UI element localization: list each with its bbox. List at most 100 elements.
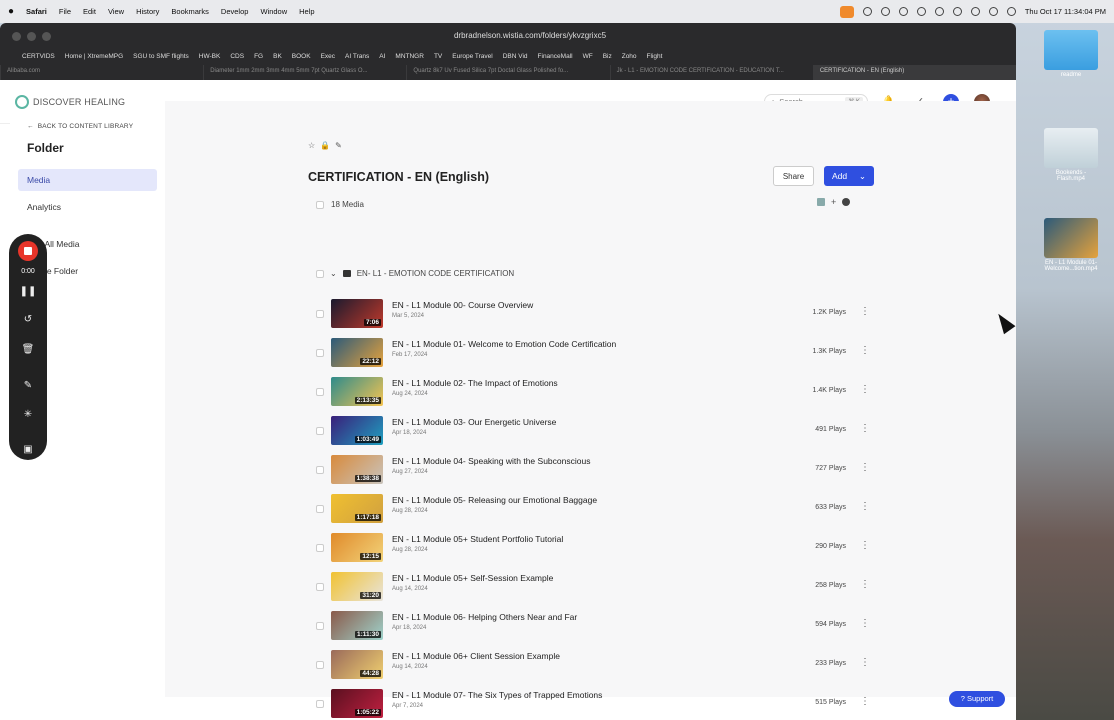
bookmark[interactable]: CDS (230, 53, 244, 60)
apple-menu-icon[interactable]: ● (8, 6, 14, 17)
bookmark[interactable]: BOOK (292, 53, 311, 60)
microphone-icon[interactable] (839, 5, 854, 18)
video-thumbnail[interactable]: 1:11:30 (331, 611, 383, 640)
bookmark[interactable]: CERTVIDS (22, 53, 55, 60)
media-row[interactable]: 1:38:38 EN - L1 Module 04- Speaking with … (316, 452, 876, 488)
bookmark[interactable]: Exec (321, 53, 335, 60)
status-icon[interactable] (898, 7, 908, 16)
more-options-icon[interactable]: ⋮ (860, 579, 870, 590)
more-options-icon[interactable]: ⋮ (860, 462, 870, 473)
browser-tab[interactable]: Alibaba.com (0, 65, 203, 80)
info-icon[interactable] (842, 198, 851, 206)
video-thumbnail[interactable]: 44:28 (331, 650, 383, 679)
video-title[interactable]: EN - L1 Module 05- Releasing our Emotion… (392, 495, 597, 505)
row-checkbox[interactable] (316, 310, 324, 318)
browser-tab[interactable]: Quartz 8k7 Uv Fused Silica 7pt Doctal Gl… (406, 65, 609, 80)
minimize-window-icon[interactable] (27, 32, 36, 41)
video-title[interactable]: EN - L1 Module 03- Our Energetic Univers… (392, 417, 556, 427)
effects-icon[interactable]: ✳ (9, 409, 47, 420)
row-checkbox[interactable] (316, 583, 324, 591)
status-icon[interactable] (862, 7, 872, 16)
bookmark[interactable]: Flight (647, 53, 663, 60)
menu-view[interactable]: View (108, 7, 124, 16)
bookmark[interactable]: Zoho (622, 53, 637, 60)
status-icon[interactable] (952, 7, 962, 16)
menu-edit[interactable]: Edit (83, 7, 96, 16)
status-icon[interactable] (916, 7, 926, 16)
battery-icon[interactable] (970, 7, 980, 16)
video-title[interactable]: EN - L1 Module 06+ Client Session Exampl… (392, 651, 560, 661)
video-thumbnail[interactable]: 7:06 (331, 299, 383, 328)
row-checkbox[interactable] (316, 349, 324, 357)
media-row[interactable]: 31:20 EN - L1 Module 05+ Self-Session Exa… (316, 569, 876, 605)
media-row[interactable]: 12:15 EN - L1 Module 05+ Student Portfoli… (316, 530, 876, 566)
browser-tab[interactable]: Jk - L1 - EMOTION CODE CERTIFICATION - E… (609, 65, 813, 80)
clock[interactable]: Thu Oct 17 11:34:04 PM (1025, 7, 1106, 16)
sidebar-item-analytics[interactable]: Analytics (18, 196, 157, 218)
lock-icon[interactable]: 🔒 (320, 141, 330, 150)
trash-icon[interactable]: 🗑 (9, 344, 47, 355)
media-row[interactable]: 1:11:30 EN - L1 Module 06- Helping Others… (316, 608, 876, 644)
logo[interactable]: DISCOVER HEALING (15, 95, 125, 109)
video-title[interactable]: EN - L1 Module 05+ Self-Session Example (392, 573, 553, 583)
more-options-icon[interactable]: ⋮ (860, 423, 870, 434)
bookmark[interactable]: FG (254, 53, 263, 60)
back-to-library-link[interactable]: ← BACK TO CONTENT LIBRARY (27, 123, 133, 130)
video-thumbnail[interactable]: 31:20 (331, 572, 383, 601)
more-options-icon[interactable]: ⋮ (860, 345, 870, 356)
address-bar[interactable]: drbradnelson.wistia.com/folders/ykvzgrix… (380, 31, 680, 45)
video-thumbnail[interactable]: 22:12 (331, 338, 383, 367)
support-button[interactable]: ? Support (949, 691, 1005, 707)
browser-tab-active[interactable]: CERTIFICATION - EN (English) (812, 65, 1016, 80)
bookmark[interactable]: Europe Travel (452, 53, 492, 60)
bookmark[interactable]: Biz (603, 53, 612, 60)
group-checkbox[interactable] (316, 269, 324, 278)
video-title[interactable]: EN - L1 Module 00- Course Overview (392, 300, 533, 310)
row-checkbox[interactable] (316, 622, 324, 630)
media-row[interactable]: 44:28 EN - L1 Module 06+ Client Session E… (316, 647, 876, 683)
bookmark[interactable]: DBN Vid (503, 53, 528, 60)
restart-icon[interactable]: ↺ (9, 314, 47, 325)
media-row[interactable]: 7:06 EN - L1 Module 00- Course Overview Ma… (316, 296, 876, 332)
desktop-icon[interactable]: Bookends - Flash.mp4 (1043, 128, 1099, 182)
select-all-checkbox[interactable] (316, 200, 324, 209)
video-thumbnail[interactable]: 12:15 (331, 533, 383, 562)
desktop-icon[interactable]: readme (1043, 30, 1099, 78)
menu-develop[interactable]: Develop (221, 7, 249, 16)
more-options-icon[interactable]: ⋮ (860, 540, 870, 551)
row-checkbox[interactable] (316, 505, 324, 513)
menu-file[interactable]: File (59, 7, 71, 16)
more-options-icon[interactable]: ⋮ (860, 618, 870, 629)
video-title[interactable]: EN - L1 Module 06- Helping Others Near a… (392, 612, 577, 622)
desktop-icon[interactable]: EN - L1 Module 01- Welcome...tion.mp4 (1043, 218, 1099, 272)
status-icon[interactable] (934, 7, 944, 16)
search-icon[interactable] (1006, 7, 1016, 16)
row-checkbox[interactable] (316, 544, 324, 552)
add-button[interactable]: Add ⌄ (824, 166, 874, 186)
sidebar-item-media[interactable]: Media (18, 169, 157, 191)
menu-safari[interactable]: Safari (26, 7, 47, 16)
bookmark[interactable]: HW-BK (199, 53, 221, 60)
video-title[interactable]: EN - L1 Module 04- Speaking with the Sub… (392, 456, 590, 466)
video-title[interactable]: EN - L1 Module 05+ Student Portfolio Tut… (392, 534, 563, 544)
zoom-window-icon[interactable] (42, 32, 51, 41)
video-thumbnail[interactable]: 1:03:49 (331, 416, 383, 445)
video-thumbnail[interactable]: 1:05:22 (331, 689, 383, 718)
media-row[interactable]: 1:05:22 EN - L1 Module 07- The Six Types … (316, 686, 876, 720)
close-window-icon[interactable] (12, 32, 21, 41)
row-checkbox[interactable] (316, 466, 324, 474)
video-title[interactable]: EN - L1 Module 07- The Six Types of Trap… (392, 690, 602, 700)
star-icon[interactable]: ☆ (308, 141, 315, 150)
bookmark[interactable]: BK (273, 53, 282, 60)
chevron-down-icon[interactable]: ⌄ (330, 269, 337, 278)
video-thumbnail[interactable]: 1:38:38 (331, 455, 383, 484)
menu-history[interactable]: History (136, 7, 159, 16)
stop-recording-button[interactable] (18, 241, 38, 261)
row-checkbox[interactable] (316, 388, 324, 396)
group-header[interactable]: ⌄ EN- L1 - EMOTION CODE CERTIFICATION (316, 269, 514, 278)
more-options-icon[interactable]: ⋮ (860, 501, 870, 512)
media-row[interactable]: 1:17:18 EN - L1 Module 05- Releasing our … (316, 491, 876, 527)
bookmark[interactable]: AI Trans (345, 53, 369, 60)
video-thumbnail[interactable]: 2:13:35 (331, 377, 383, 406)
bookmark[interactable]: SGU to SMF flights (133, 53, 189, 60)
